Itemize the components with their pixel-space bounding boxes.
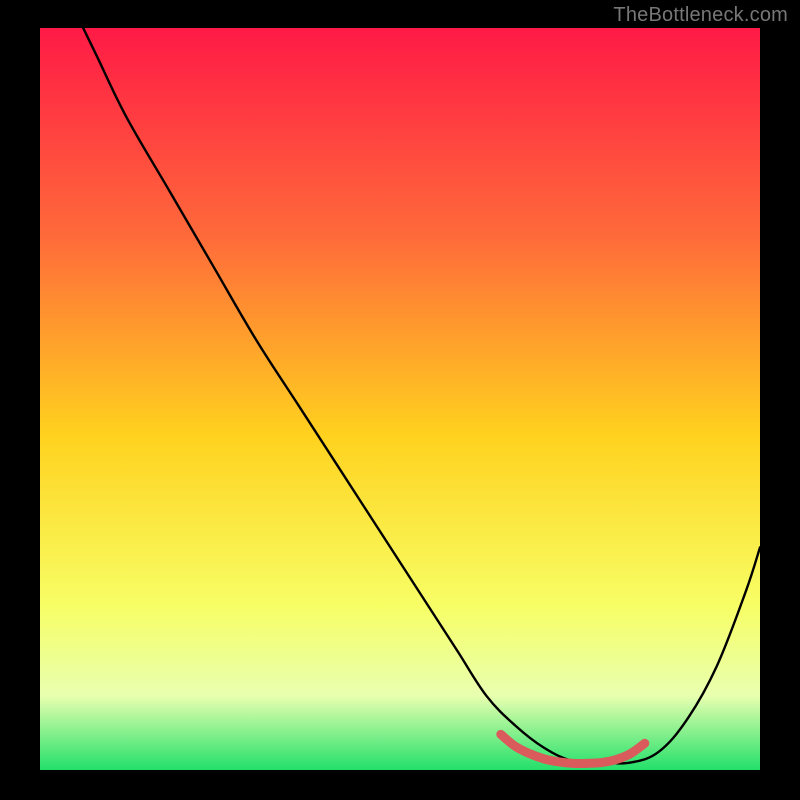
gradient-background (40, 28, 760, 770)
chart-container: TheBottleneck.com (0, 0, 800, 800)
watermark-text: TheBottleneck.com (613, 4, 788, 27)
plot-area (40, 28, 760, 770)
chart-svg (40, 28, 760, 770)
